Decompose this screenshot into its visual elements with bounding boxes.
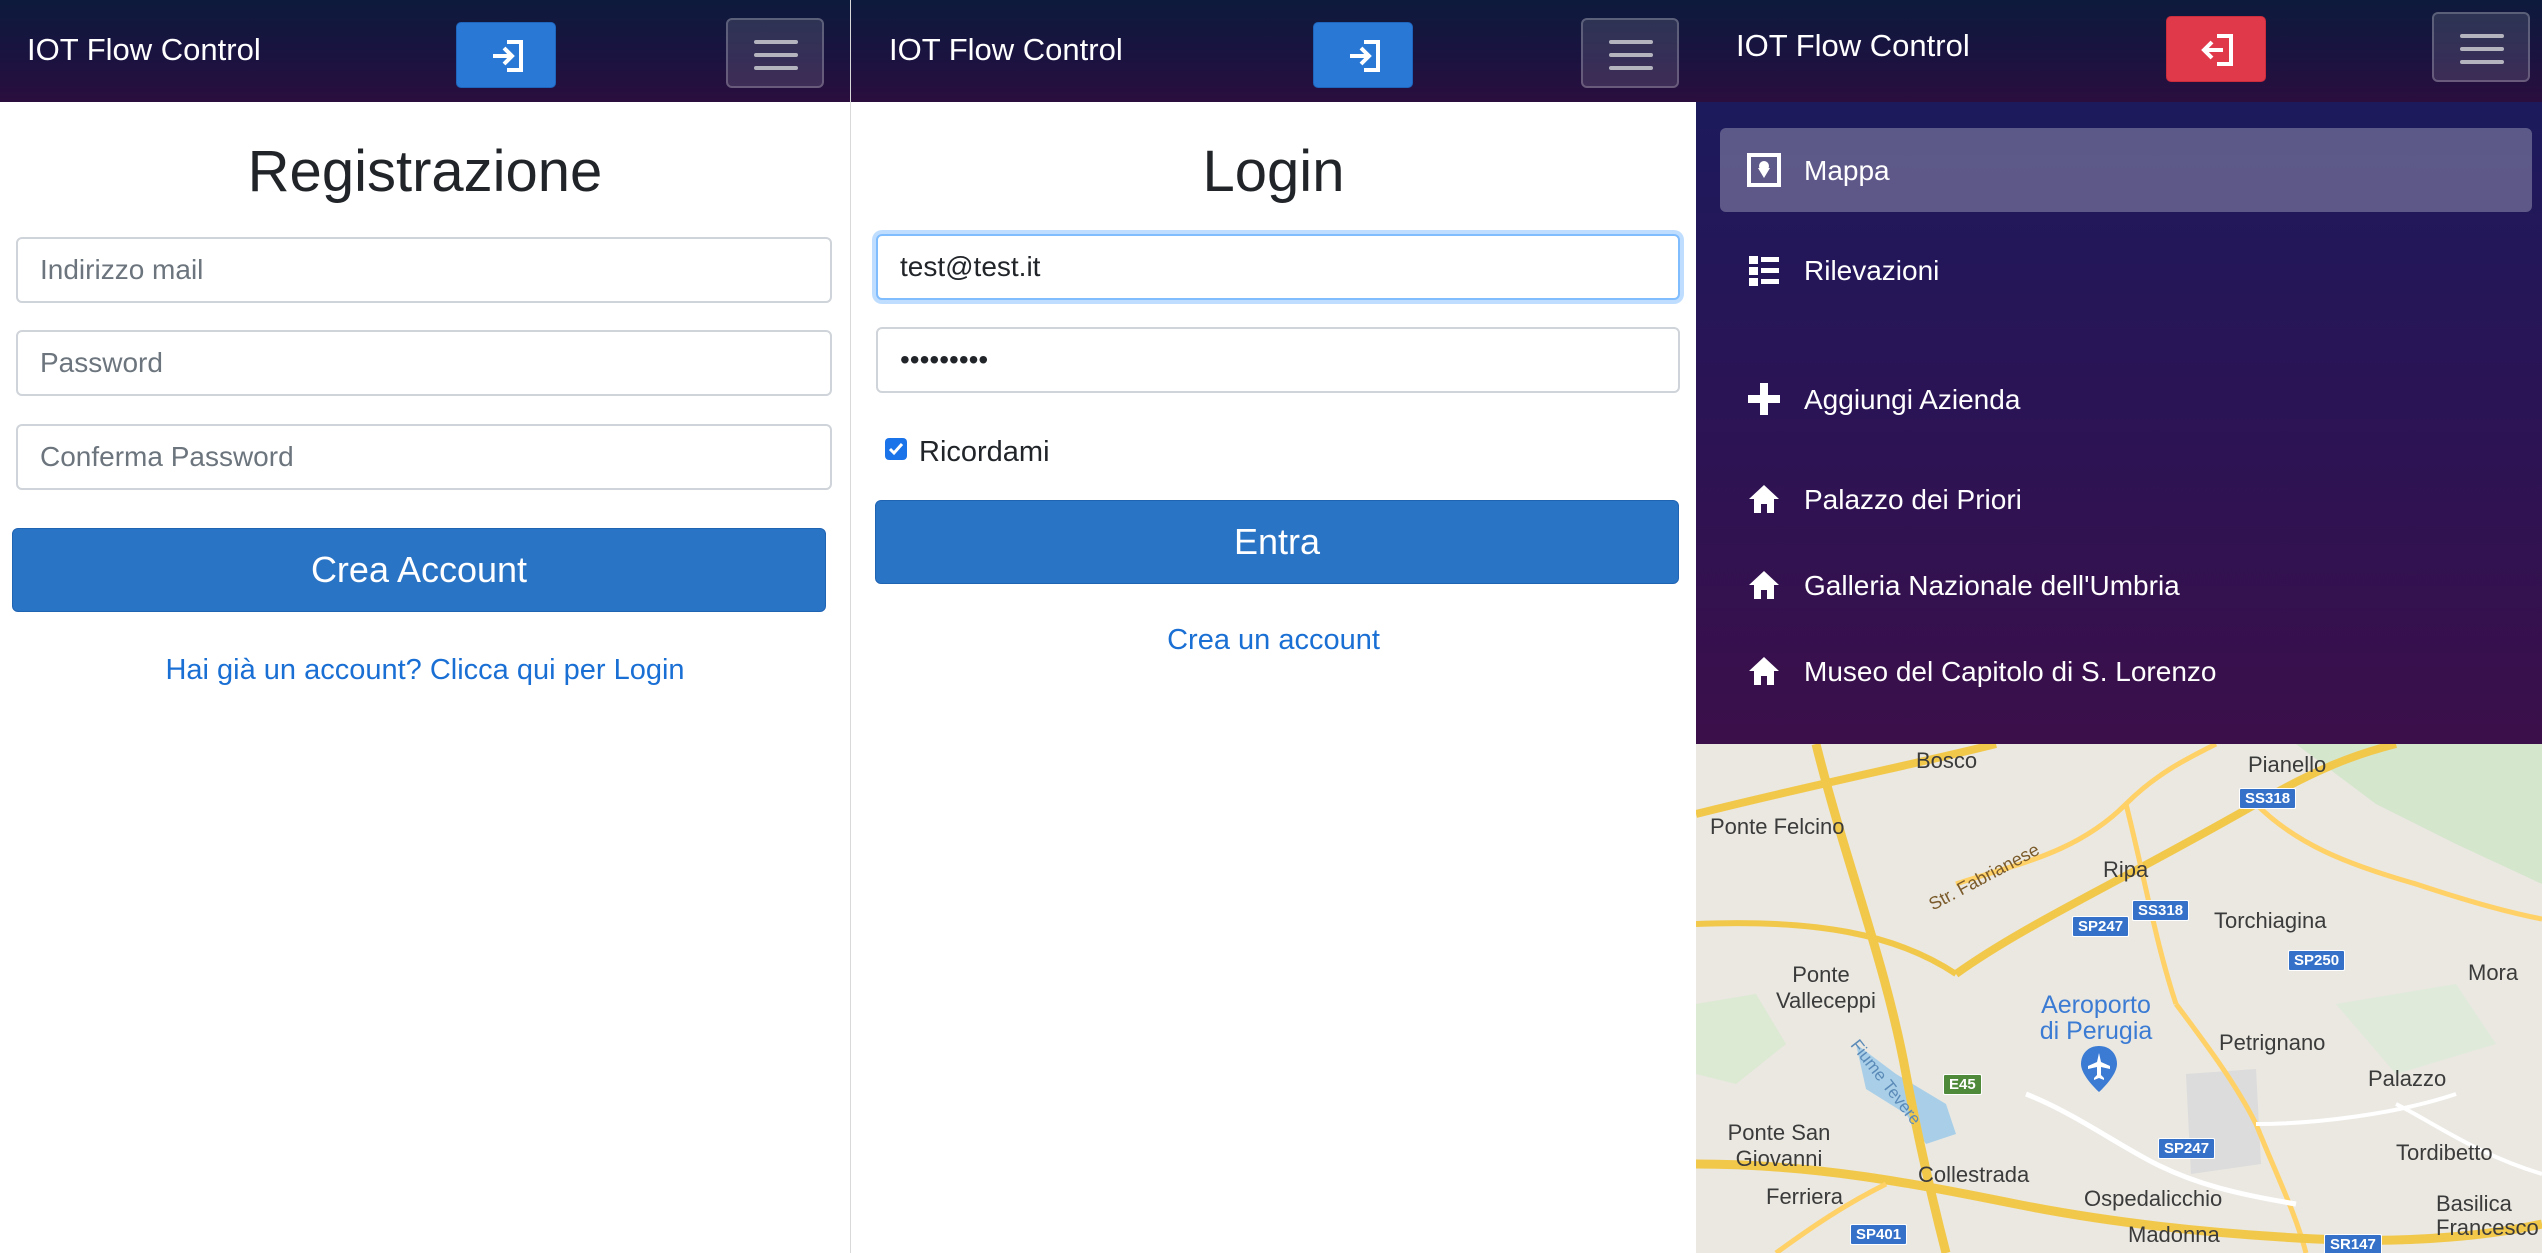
map-road-shield: SP247: [2158, 1138, 2216, 1159]
hamburger-icon: [1609, 40, 1653, 44]
map-place-tordibetto: Tordibetto: [2396, 1140, 2493, 1165]
airport-icon[interactable]: [2079, 1044, 2119, 1094]
check-icon: [888, 443, 904, 456]
page-title: Registrazione: [247, 139, 603, 204]
map-place-collestrada: Collestrada: [1918, 1162, 2030, 1187]
register-link[interactable]: Crea un account: [851, 624, 1696, 657]
map-place-palazzo: Palazzo: [2368, 1066, 2447, 1091]
menu-item-museo-capitolo[interactable]: Museo del Capitolo di S. Lorenzo: [1720, 629, 2532, 713]
sign-in-icon: [1350, 40, 1380, 72]
map-icon: [1747, 153, 1781, 187]
email-field[interactable]: [876, 234, 1680, 300]
menu-item-palazzo-dei-priori[interactable]: Palazzo dei Priori: [1720, 457, 2532, 541]
create-account-button[interactable]: Crea Account: [12, 528, 826, 612]
map-road-shield: E45: [1943, 1074, 1982, 1095]
menu-item-label: Palazzo dei Priori: [1804, 484, 2022, 515]
menu-item-galleria-nazionale[interactable]: Galleria Nazionale dell'Umbria: [1720, 543, 2532, 627]
home-icon: [1749, 571, 1779, 599]
menu-item-label: Museo del Capitolo di S. Lorenzo: [1804, 656, 2217, 687]
map-road-shield: SS318: [2239, 788, 2297, 809]
hamburger-icon: [2460, 34, 2504, 38]
logout-button[interactable]: [2166, 16, 2266, 82]
brand-title[interactable]: IOT Flow Control: [1736, 28, 1970, 64]
map-place-petrignano: Petrignano: [2219, 1030, 2326, 1055]
map-road-shield: SR147: [2324, 1234, 2382, 1253]
menu-item-label: Aggiungi Azienda: [1804, 384, 2021, 415]
map-road-shield: SP401: [1850, 1224, 1908, 1245]
map-road-shield: SP247: [2072, 916, 2130, 937]
menu-toggle-button[interactable]: [2432, 12, 2530, 82]
side-menu: Mappa Rilevazioni Aggiungi Azienda Palaz…: [1696, 102, 2542, 744]
map-place-ospedalicchio: Ospedalicchio: [2084, 1186, 2223, 1211]
brand-title[interactable]: IOT Flow Control: [889, 32, 1123, 68]
home-icon: [1749, 657, 1779, 685]
home-icon: [1749, 485, 1779, 513]
password-field[interactable]: [876, 327, 1680, 393]
menu-item-label: Rilevazioni: [1804, 255, 1940, 286]
navbar: IOT Flow Control: [851, 0, 1696, 102]
remember-checkbox[interactable]: [885, 438, 907, 460]
map-place-torchiagina: Torchiagina: [2214, 908, 2327, 933]
login-screen: IOT Flow Control Login Ricordami Entra C…: [850, 0, 1696, 1253]
page-title: Login: [1202, 139, 1345, 204]
menu-item-rilevazioni[interactable]: Rilevazioni: [1720, 228, 2532, 312]
map-place-mora: Mora: [2468, 960, 2519, 985]
menu-item-mappa[interactable]: Mappa: [1720, 128, 2532, 212]
confirm-password-field[interactable]: [16, 424, 832, 490]
menu-toggle-button[interactable]: [726, 18, 824, 88]
map-place-bosco: Bosco: [1916, 748, 1978, 773]
menu-screen: IOT Flow Control Mappa Rilevazioni Aggiu…: [1696, 0, 2542, 1253]
map-place-ferriera: Ferriera: [1766, 1184, 1844, 1209]
email-field[interactable]: [16, 237, 832, 303]
menu-item-label: Mappa: [1804, 155, 1890, 186]
menu-item-aggiungi-azienda[interactable]: Aggiungi Azienda: [1720, 357, 2532, 441]
navbar: IOT Flow Control: [0, 0, 850, 102]
login-button[interactable]: [1313, 22, 1413, 88]
hamburger-icon: [754, 40, 798, 44]
menu-item-label: Galleria Nazionale dell'Umbria: [1804, 570, 2180, 601]
map-road-shield: SP250: [2288, 950, 2346, 971]
map-place-pianello: Pianello: [2248, 752, 2327, 777]
map-place-ponte-felcino: Ponte Felcino: [1710, 814, 1845, 839]
remember-label[interactable]: Ricordami: [919, 436, 1050, 469]
map-place-basilica: Basilica Francesco d: [2436, 1191, 2542, 1240]
map-place-ripa: Ripa: [2103, 857, 2149, 882]
login-button[interactable]: [456, 22, 556, 88]
map-place-aeroporto[interactable]: Aeroporto di Perugia: [2031, 992, 2161, 1044]
password-field[interactable]: [16, 330, 832, 396]
map-place-madonna: Madonna: [2128, 1222, 2220, 1247]
login-link[interactable]: Hai già un account? Clicca qui per Login: [0, 654, 850, 687]
list-icon: [1749, 256, 1779, 286]
sign-in-icon: [493, 40, 523, 72]
registration-screen: IOT Flow Control Registrazione Crea Acco…: [0, 0, 850, 1253]
map-place-ponte-valleceppi: Ponte Valleceppi: [1776, 962, 1876, 1013]
menu-toggle-button[interactable]: [1581, 18, 1679, 88]
plus-icon: [1748, 383, 1780, 415]
enter-button[interactable]: Entra: [875, 500, 1679, 584]
map-place-ponte-san-giovanni: Ponte San Giovanni: [1727, 1120, 1831, 1171]
brand-title[interactable]: IOT Flow Control: [27, 32, 261, 68]
map-view[interactable]: Bosco Pianello Ponte Felcino Ripa Str. F…: [1696, 744, 2542, 1253]
sign-out-icon: [2201, 34, 2233, 66]
navbar: IOT Flow Control: [1696, 0, 2542, 102]
map-road-shield: SS318: [2132, 900, 2190, 921]
